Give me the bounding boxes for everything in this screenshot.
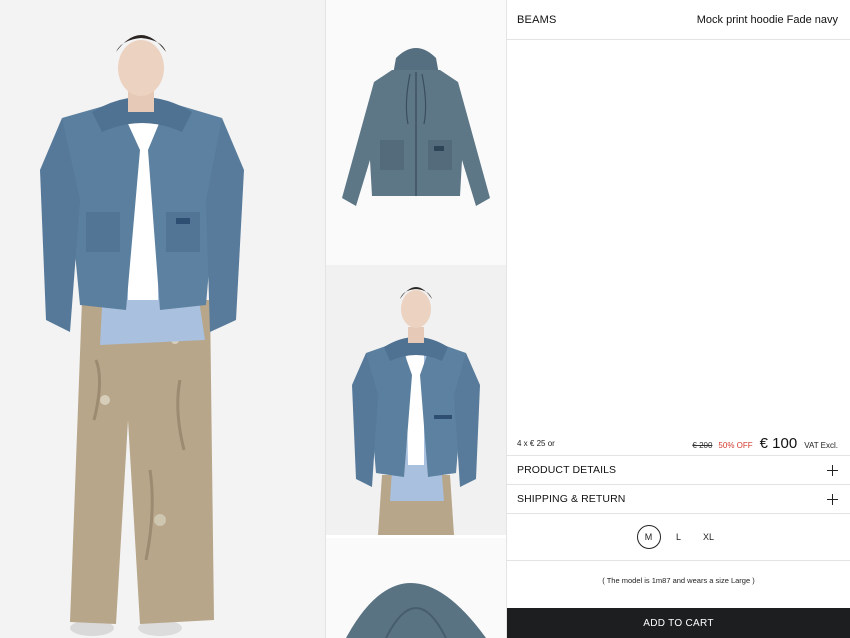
model-half-body-illustration [326,265,506,535]
product-header: BEAMS Mock print hoodie Fade navy [507,0,850,40]
old-price: € 200 [692,441,713,450]
hoodie-flat-lay-illustration [326,0,506,265]
thumbnail-column [326,0,506,638]
product-panel: BEAMS Mock print hoodie Fade navy 4 x € … [507,0,850,638]
vat-note: VAT Excl. [804,441,838,450]
current-price: € 100 [759,435,798,452]
add-to-cart-button[interactable]: ADD TO CART [507,608,850,638]
thumbnail-hoodie-flat[interactable] [326,0,506,265]
product-details-accordion[interactable]: PRODUCT DETAILS [507,456,850,485]
product-title: Mock print hoodie Fade navy [696,13,838,26]
price-group: € 200 50% OFF € 100 VAT Excl. [692,435,838,452]
installments-text: 4 x € 25 or [517,439,555,448]
plus-icon[interactable] [827,493,838,505]
main-product-photo[interactable] [0,0,325,638]
shipping-return-accordion[interactable]: SHIPPING & RETURN [507,485,850,514]
size-option-m[interactable]: M [636,525,661,549]
brand-name[interactable]: BEAMS [517,14,557,26]
plus-icon[interactable] [827,464,838,476]
hoodie-detail-illustration [326,538,506,638]
price-row: 4 x € 25 or € 200 50% OFF € 100 VAT Excl… [507,432,850,456]
size-option-l[interactable]: L [667,525,691,549]
thumbnail-hoodie-detail[interactable] [326,538,506,638]
accordion-label: SHIPPING & RETURN [517,493,626,505]
model-size-note: ( The model is 1m87 and wears a size Lar… [602,576,755,585]
model-full-body-illustration [0,0,325,638]
thumbnail-model-half[interactable] [326,265,506,535]
size-option-xl[interactable]: XL [697,525,721,549]
discount-badge: 50% OFF [718,441,753,450]
size-selector: M L XL [507,514,850,561]
accordion-label: PRODUCT DETAILS [517,464,617,476]
